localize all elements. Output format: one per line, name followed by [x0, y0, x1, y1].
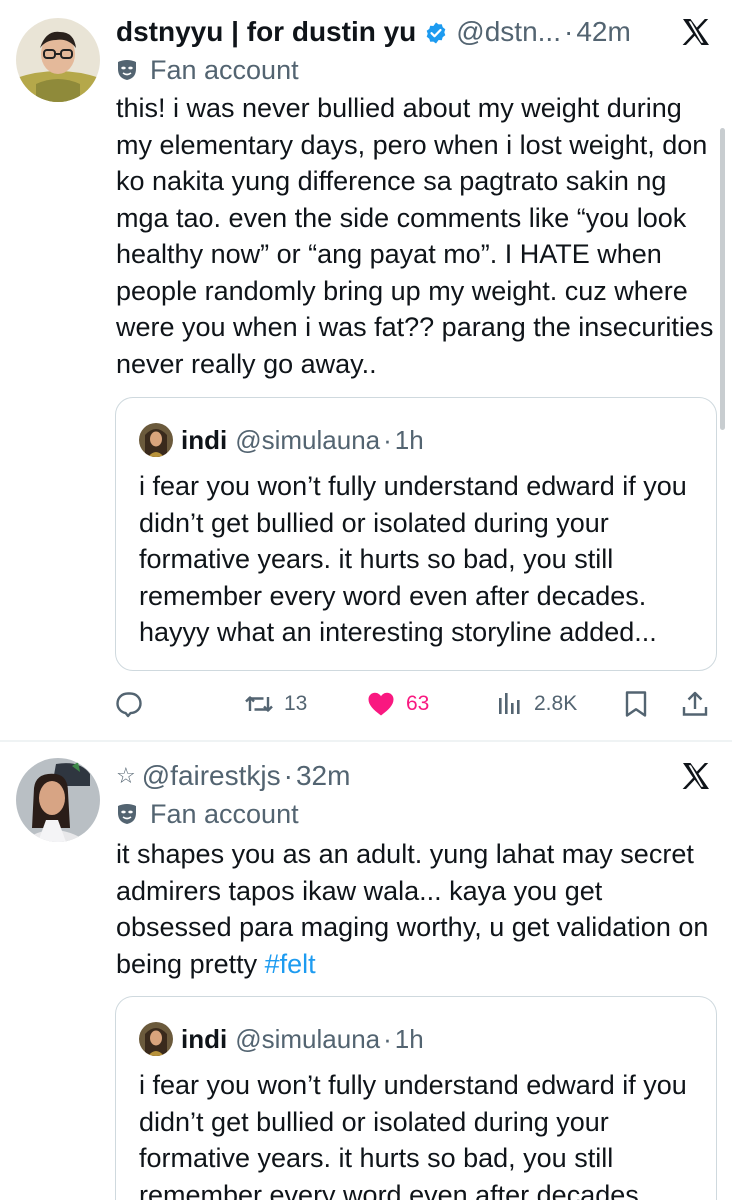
bookmark-icon [625, 691, 647, 717]
fan-account-label: Fan account [116, 54, 299, 86]
views-count: 2.8K [534, 692, 578, 715]
tweet[interactable]: dstnyyu | for dustin yu @dstn... · 42m F… [0, 0, 732, 740]
quoted-tweet-text: i fear you won’t fully understand edward… [139, 1070, 687, 1200]
display-name[interactable]: dstnyyu | for dustin yu [116, 16, 416, 48]
quoted-avatar [139, 1022, 173, 1056]
hashtag-link[interactable]: #felt [265, 949, 316, 979]
tweet-text: it shapes you as an adult. yung lahat ma… [116, 836, 716, 982]
heart-icon [368, 692, 394, 716]
quoted-tweet-text: i fear you won’t fully understand edward… [139, 471, 687, 647]
scrollbar[interactable] [720, 128, 725, 430]
quoted-avatar [139, 423, 173, 457]
quoted-tweet-header: indi @simulauna · 1h [139, 1021, 424, 1057]
views-button[interactable]: 2.8K [494, 684, 577, 724]
label-text: Fan account [150, 54, 299, 85]
separator-dot: · [563, 16, 574, 47]
share-button[interactable] [680, 684, 710, 724]
separator-dot: · [283, 760, 293, 791]
handle[interactable]: @dstn... [456, 16, 561, 48]
quoted-timestamp: 1h [394, 424, 424, 455]
tweet-actions: 13 63 2.8K [0, 684, 732, 724]
avatar[interactable] [16, 18, 100, 102]
x-logo-icon[interactable] [680, 16, 712, 48]
tweet-header: ☆ @fairestkjs · 32m [116, 758, 712, 794]
mask-icon [118, 804, 136, 824]
reply-button[interactable] [114, 684, 144, 724]
retweet-button[interactable]: 13 [244, 684, 307, 724]
retweet-count: 13 [284, 692, 308, 715]
retweet-icon [245, 696, 273, 712]
timestamp[interactable]: 42m [576, 16, 630, 48]
fan-account-label: Fan account [116, 798, 299, 830]
x-logo-icon[interactable] [680, 760, 712, 792]
quoted-tweet[interactable]: indi @simulauna · 1h i fear you won’t fu… [115, 397, 717, 671]
handle[interactable]: @fairestkjs [142, 760, 281, 792]
tweet-header: dstnyyu | for dustin yu @dstn... · 42m [116, 14, 712, 50]
quoted-handle: @simulauna [235, 1023, 381, 1054]
quoted-display-name: indi [181, 1023, 228, 1054]
bookmark-button[interactable] [622, 684, 650, 724]
share-icon [682, 691, 708, 716]
timestamp[interactable]: 32m [296, 760, 350, 792]
mask-icon [118, 60, 136, 80]
separator-dot: · [383, 424, 392, 455]
quoted-tweet[interactable]: indi @simulauna · 1h i fear you won’t fu… [115, 996, 717, 1200]
quoted-timestamp: 1h [394, 1023, 424, 1054]
quoted-display-name: indi [181, 424, 228, 455]
reply-icon [116, 692, 142, 718]
quoted-handle: @simulauna [235, 424, 381, 455]
quoted-tweet-header: indi @simulauna · 1h [139, 422, 424, 458]
avatar[interactable] [16, 758, 100, 842]
tweet-text-body: it shapes you as an adult. yung lahat ma… [116, 839, 709, 979]
tweet[interactable]: ☆ @fairestkjs · 32m Fan account it shape… [0, 742, 732, 1200]
label-text: Fan account [150, 798, 299, 829]
like-button[interactable]: 63 [366, 684, 429, 724]
separator-dot: · [383, 1023, 392, 1054]
verified-badge-icon [424, 20, 448, 44]
views-icon [499, 693, 520, 714]
like-count: 63 [406, 692, 430, 715]
star-icon: ☆ [116, 763, 136, 788]
tweet-text: this! i was never bullied about my weigh… [116, 93, 714, 379]
